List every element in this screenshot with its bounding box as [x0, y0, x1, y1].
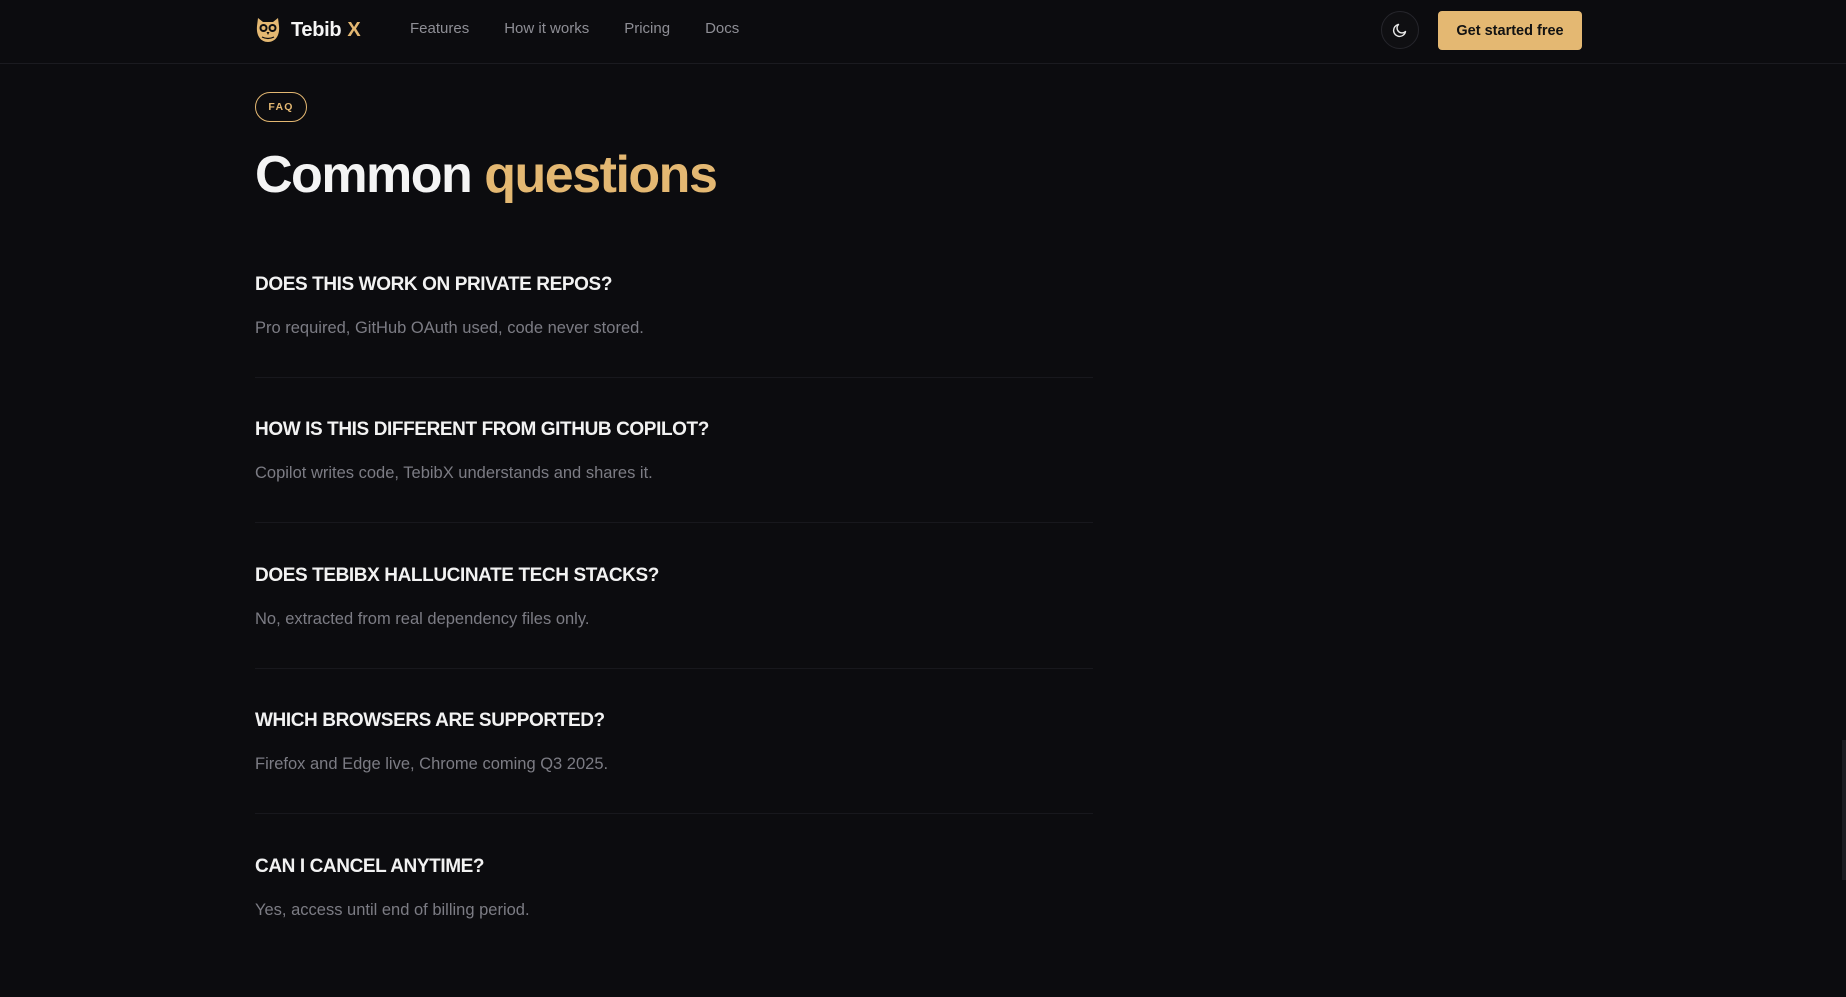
faq-divider — [255, 522, 1093, 523]
faq-question[interactable]: CAN I CANCEL ANYTIME? — [255, 856, 485, 878]
top-navbar: Tebib X Features How it works Pricing Doc… — [0, 0, 1846, 64]
theme-toggle-button[interactable] — [1381, 11, 1419, 49]
faq-divider — [255, 813, 1093, 814]
faq-badge: FAQ — [255, 92, 307, 122]
faq-divider — [255, 668, 1093, 669]
faq-divider — [255, 377, 1093, 378]
moon-icon — [1392, 23, 1407, 38]
scrollbar[interactable] — [1842, 740, 1846, 880]
faq-question[interactable]: DOES THIS WORK ON PRIVATE REPOS? — [255, 274, 612, 296]
title-part-gold: questions — [484, 146, 718, 204]
faq-question[interactable]: WHICH BROWSERS ARE SUPPORTED? — [255, 710, 605, 732]
faq-question[interactable]: HOW IS THIS DIFFERENT FROM GITHUB COPILO… — [255, 419, 709, 441]
brand-name: Tebib X — [291, 18, 361, 41]
page-title: Common questions — [255, 143, 718, 207]
faq-answer: Firefox and Edge live, Chrome coming Q3 … — [255, 755, 609, 773]
title-part-white: Common — [255, 146, 473, 204]
faq-answer: Copilot writes code, TebibX understands … — [255, 464, 653, 482]
faq-question[interactable]: DOES TEBIBX HALLUCINATE TECH STACKS? — [255, 565, 659, 587]
nav-link-pricing[interactable]: Pricing — [624, 20, 670, 37]
get-started-button[interactable]: Get started free — [1438, 11, 1582, 50]
owl-icon — [256, 18, 280, 42]
nav-link-how-it-works[interactable]: How it works — [504, 20, 589, 37]
faq-answer: Yes, access until end of billing period. — [255, 901, 530, 919]
nav-link-features[interactable]: Features — [410, 20, 469, 37]
faq-answer: Pro required, GitHub OAuth used, code ne… — [255, 319, 644, 337]
faq-answer: No, extracted from real dependency files… — [255, 610, 590, 628]
main-nav: Features How it works Pricing Docs — [410, 20, 739, 37]
nav-link-docs[interactable]: Docs — [705, 20, 739, 37]
brand-logo[interactable]: Tebib X — [255, 15, 361, 45]
brand-suffix: X — [347, 18, 361, 41]
